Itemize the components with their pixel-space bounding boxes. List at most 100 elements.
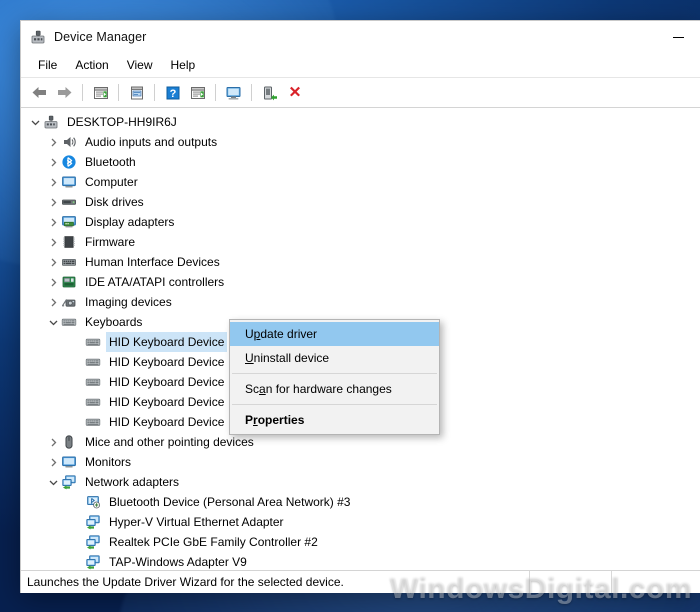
tree-label: Computer [85,175,138,189]
chevron-right-icon[interactable] [45,172,61,192]
chevron-right-icon[interactable] [45,212,61,232]
keyboard-icon [85,338,101,346]
chevron-right-icon[interactable] [45,292,61,312]
help-button[interactable]: ? [160,81,185,105]
menu-view[interactable]: View [118,55,162,75]
tree-label: Bluetooth [85,155,136,169]
keyboard-icon [85,398,101,406]
firmware-icon [63,236,75,248]
tree-row-audio-inputs-and-outputs[interactable]: Audio inputs and outputs [21,132,700,152]
tree-row-tap-windows-adapter[interactable]: TAP-Windows Adapter V9 [21,552,700,570]
keyboard-category-icon [61,318,77,326]
menu-help[interactable]: Help [162,55,205,75]
toolbar-separator [215,84,216,101]
menu-file[interactable]: File [29,55,66,75]
tree-row-mice-and-other-pointing-devices[interactable]: Mice and other pointing devices [21,432,700,452]
chevron-down-icon[interactable] [27,112,43,132]
chevron-right-icon[interactable] [45,132,61,152]
toolbar-separator [251,84,252,101]
tree-row-bluetooth[interactable]: Bluetooth [21,152,700,172]
window-controls [655,21,700,53]
tree-label: HID Keyboard Device [105,332,228,352]
imaging-device-icon [62,299,76,307]
tree-label: HID Keyboard Device [109,415,225,429]
tree-row-hyper-v-virtual-ethernet-adapter[interactable]: Hyper-V Virtual Ethernet Adapter [21,512,700,532]
context-menu-item-properties[interactable]: Properties [230,408,439,432]
chevron-right-icon[interactable] [45,232,61,252]
tree-row-imaging-devices[interactable]: Imaging devices [21,292,700,312]
network-adapter-icon [86,515,100,530]
window-title: Device Manager [54,30,147,44]
chevron-down-icon[interactable] [45,312,61,332]
context-menu: Update driver Uninstall device Scan for … [229,319,440,435]
hid-icon [61,259,76,266]
tree-label: Keyboards [85,315,143,329]
title-bar: Device Manager [21,21,700,53]
tree-row-monitors[interactable]: Monitors [21,452,700,472]
forward-button[interactable] [52,81,77,105]
tree-row-firmware[interactable]: Firmware [21,232,700,252]
tree-label: Network adapters [85,475,180,489]
minimize-button[interactable] [655,21,700,53]
tree-row-computer[interactable]: Computer [21,172,700,192]
show-hide-console-tree-icon [93,86,108,99]
chevron-right-icon[interactable] [45,252,61,272]
tree-label: Display adapters [85,215,175,229]
tree-label: Monitors [85,455,132,469]
tree-row-root[interactable]: DESKTOP-HH9IR6J [21,112,700,132]
tree-label: TAP-Windows Adapter V9 [109,555,247,569]
context-menu-item-update-driver[interactable]: Update driver [230,322,439,346]
device-tree[interactable]: DESKTOP-HH9IR6J Audio inputs and outputs [21,108,700,570]
show-hide-console-tree-button[interactable] [88,81,113,105]
tree-row-disk-drives[interactable]: Disk drives [21,192,700,212]
mouse-icon [65,435,73,449]
menu-action[interactable]: Action [66,55,117,75]
context-menu-item-scan-for-hardware-changes[interactable]: Scan for hardware changes [230,377,439,401]
chevron-right-icon[interactable] [45,272,61,292]
tree-row-human-interface-devices[interactable]: Human Interface Devices [21,252,700,272]
toolbar-separator [118,84,119,101]
tree-label: Firmware [85,235,135,249]
tree-label: IDE ATA/ATAPI controllers [85,275,225,289]
tree-label: Audio inputs and outputs [85,135,218,149]
toolbar-separator [154,84,155,101]
computer-root-icon [44,115,58,129]
uninstall-device-button[interactable] [282,81,307,105]
chevron-right-icon[interactable] [45,432,61,452]
context-menu-item-uninstall-device[interactable]: Uninstall device [230,346,439,370]
keyboard-icon [85,418,101,426]
tree-row-realtek-pcie-gbe-family-controller[interactable]: Realtek PCIe GbE Family Controller #2 [21,532,700,552]
uninstall-device-icon [289,86,300,96]
tree-row-bluetooth-device-pan[interactable]: Bluetooth Device (Personal Area Network)… [21,492,700,512]
properties-button[interactable] [124,81,149,105]
disk-drive-icon [61,199,76,205]
back-button[interactable] [27,81,52,105]
tree-row-ide-ata-atapi-controllers[interactable]: IDE ATA/ATAPI controllers [21,272,700,292]
tree-row-display-adapters[interactable]: Display adapters [21,212,700,232]
update-driver-button[interactable] [185,81,210,105]
enable-device-button[interactable] [257,81,282,105]
ide-controller-icon [62,276,76,288]
svg-text:?: ? [169,88,176,100]
help-icon: ? [166,86,179,100]
enable-device-icon [263,86,277,100]
update-driver-icon [190,86,205,99]
network-adapter-icon [86,535,100,550]
context-menu-label-scan-for-hardware-changes: Scan for hardware changes [245,382,392,396]
forward-icon [58,87,72,98]
display-adapter-icon [62,216,76,228]
context-menu-label-uninstall-device: Uninstall device [245,351,330,365]
chevron-right-icon[interactable] [45,152,61,172]
tree-row-network-adapters[interactable]: Network adapters [21,472,700,492]
toolbar: ? [21,77,700,108]
tree-label: Realtek PCIe GbE Family Controller #2 [109,535,318,549]
network-adapter-icon [62,475,76,490]
scan-hardware-changes-button[interactable] [221,81,246,105]
tree-label: Human Interface Devices [85,255,220,269]
chevron-right-icon[interactable] [45,192,61,212]
scan-hardware-changes-icon [226,86,240,99]
chevron-down-icon[interactable] [45,472,61,492]
bluetooth-network-icon [87,496,101,509]
chevron-right-icon[interactable] [45,452,61,472]
status-bar-divider [529,571,530,593]
